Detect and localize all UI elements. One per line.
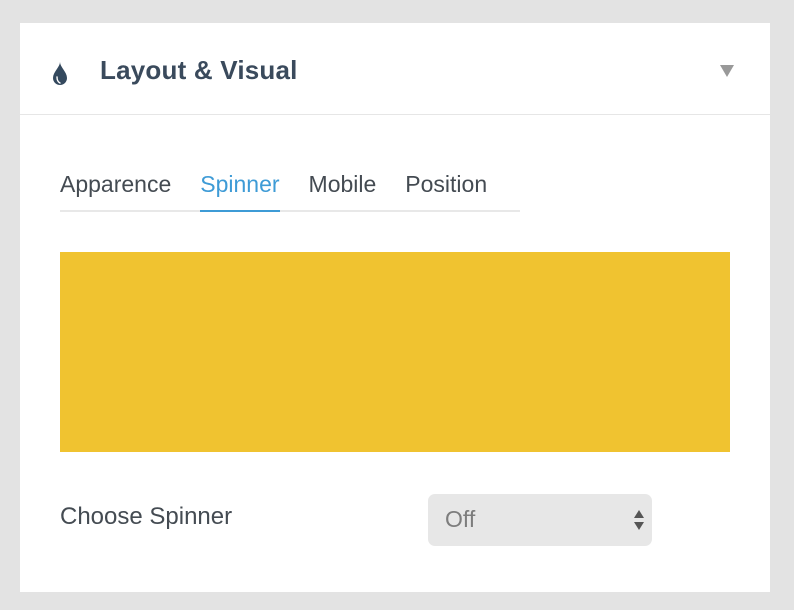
tab-position[interactable]: Position — [405, 170, 487, 210]
choose-spinner-label: Choose Spinner — [60, 503, 233, 530]
tab-spinner[interactable]: Spinner — [200, 170, 280, 212]
drop-icon — [53, 62, 67, 86]
triangle-down-icon[interactable] — [720, 64, 734, 77]
select-arrows-icon — [633, 508, 645, 532]
tab-mobile[interactable]: Mobile — [309, 170, 377, 210]
panel-title: Layout & Visual — [100, 55, 298, 85]
spinner-select[interactable]: Off — [428, 494, 652, 546]
tab-bar: Apparence Spinner Mobile Position — [60, 170, 520, 212]
tab-apparence[interactable]: Apparence — [60, 170, 171, 210]
layout-visual-panel: Layout & Visual Apparence Spinner Mobile… — [20, 23, 770, 592]
panel-header[interactable]: Layout & Visual — [20, 23, 770, 115]
spinner-preview — [60, 252, 730, 452]
spinner-select-value: Off — [445, 506, 476, 532]
